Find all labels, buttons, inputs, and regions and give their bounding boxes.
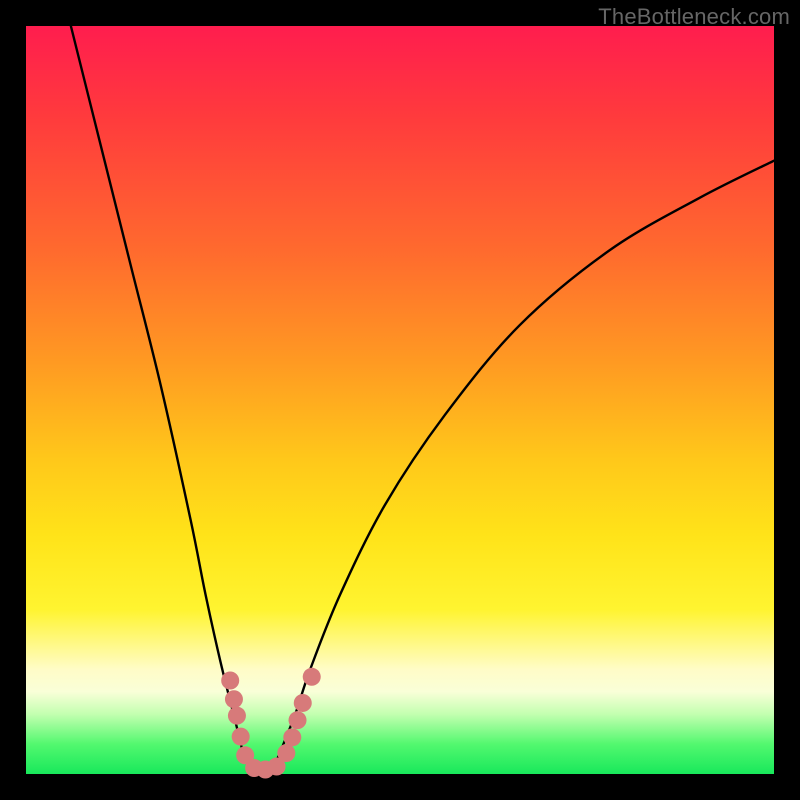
chart-svg: [26, 26, 774, 774]
bottleneck-curve: [71, 26, 774, 773]
data-marker: [303, 668, 321, 686]
data-marker: [221, 672, 239, 690]
data-marker: [289, 711, 307, 729]
data-marker: [225, 690, 243, 708]
data-marker: [232, 728, 250, 746]
data-marker: [277, 744, 295, 762]
data-marker: [283, 728, 301, 746]
data-marker: [228, 707, 246, 725]
chart-frame: [26, 26, 774, 774]
data-marker: [294, 694, 312, 712]
